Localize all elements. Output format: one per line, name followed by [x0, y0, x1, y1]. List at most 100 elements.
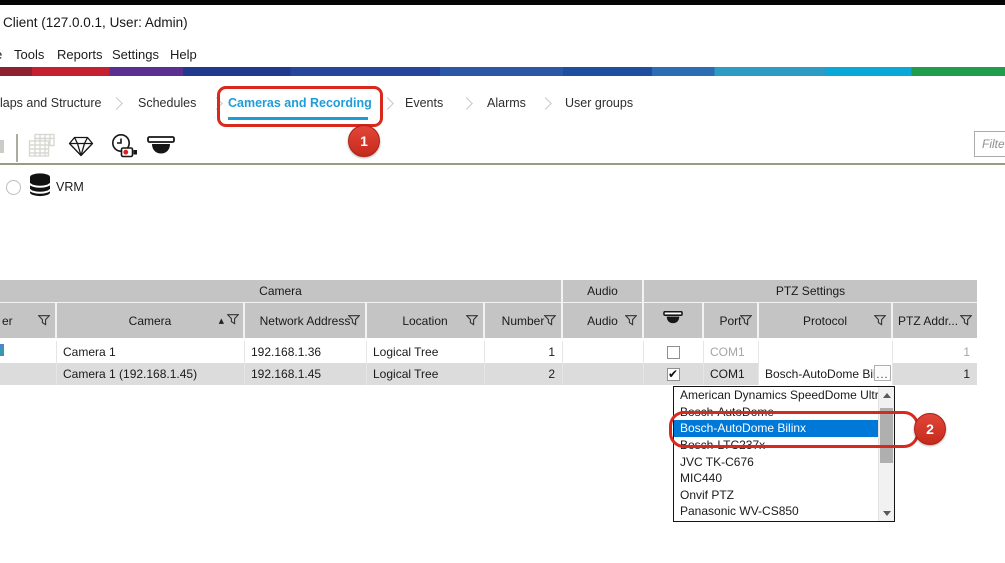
window-top-strip	[0, 0, 1005, 5]
group-header-camera: Camera	[0, 280, 563, 303]
scroll-down-button[interactable]	[879, 506, 894, 520]
ptz-checkbox-unchecked[interactable]	[667, 346, 680, 359]
ptz-address-cell[interactable]: 1	[893, 363, 977, 385]
vrm-radio-button[interactable]	[6, 180, 21, 195]
dropdown-item[interactable]: JVC TK-C676	[674, 453, 878, 470]
diamond-icon[interactable]	[68, 136, 94, 162]
toolbar-divider	[16, 134, 18, 162]
tab-maps-and-structure[interactable]: laps and Structure	[0, 96, 101, 114]
active-tab-underline	[228, 117, 368, 120]
dome-camera-icon[interactable]	[147, 136, 175, 164]
dome-camera-icon	[662, 311, 684, 330]
dropdown-item[interactable]: American Dynamics SpeedDome Ultra	[674, 387, 878, 404]
column-label: Port	[719, 314, 741, 328]
column-header-port[interactable]: Port	[704, 303, 759, 338]
menu-item-help[interactable]: Help	[170, 47, 197, 65]
tab-alarms[interactable]: Alarms	[487, 96, 526, 114]
table-copy-icon[interactable]	[28, 133, 56, 164]
tab-schedules[interactable]: Schedules	[138, 96, 196, 114]
column-header-ptz-address[interactable]: PTZ Addr...	[893, 303, 977, 338]
encoder-cell	[0, 341, 57, 363]
audio-cell[interactable]	[563, 341, 644, 363]
ellipsis-button[interactable]: ...	[874, 365, 891, 381]
column-label: Network Address	[260, 314, 351, 328]
group-header-ptz-settings: PTZ Settings	[644, 280, 977, 303]
location-cell: Logical Tree	[367, 341, 485, 363]
chevron-right-icon	[210, 97, 223, 110]
column-header-network-address[interactable]: Network Address	[245, 303, 367, 338]
scroll-up-button[interactable]	[879, 388, 894, 402]
column-header-audio[interactable]: Audio	[563, 303, 644, 338]
column-header-location[interactable]: Location	[367, 303, 485, 338]
protocol-dropdown-list: American Dynamics SpeedDome Ultra Bosch-…	[673, 386, 895, 522]
ptz-checkbox-checked[interactable]	[667, 368, 680, 381]
audio-cell[interactable]	[563, 363, 644, 385]
vrm-label: VRM	[56, 180, 84, 194]
port-cell[interactable]: COM1	[704, 363, 759, 385]
arrow-down-icon	[883, 511, 891, 516]
column-label: Number	[502, 314, 545, 328]
menu-item-clipped[interactable]: e	[0, 47, 5, 65]
scheduled-recording-icon[interactable]	[110, 133, 138, 166]
filter-funnel-icon[interactable]	[227, 314, 239, 328]
dropdown-item[interactable]: Bosch-LTC237x	[674, 437, 878, 454]
column-header-camera[interactable]: Camera ▲	[57, 303, 245, 338]
column-header-number[interactable]: Number	[485, 303, 563, 338]
menu-item-reports[interactable]: Reports	[57, 47, 103, 65]
scrollbar-thumb[interactable]	[880, 408, 893, 463]
column-header-encoder[interactable]: er	[0, 303, 57, 338]
tab-cameras-and-recording[interactable]: Cameras and Recording	[228, 96, 372, 114]
brand-gradient-bar	[0, 67, 1005, 76]
dropdown-item-selected[interactable]: Bosch-AutoDome Bilinx	[674, 420, 878, 437]
clipped-toolbar-icon	[0, 140, 4, 153]
table-group-header-row: Camera Audio PTZ Settings	[0, 280, 977, 303]
column-label: Audio	[587, 314, 618, 328]
filter-funnel-icon[interactable]	[466, 315, 478, 329]
camera-table: Camera Audio PTZ Settings er Camera ▲ Ne…	[0, 280, 977, 385]
ptz-enable-cell[interactable]	[644, 341, 704, 363]
column-label: Protocol	[803, 314, 847, 328]
menu-item-tools[interactable]: Tools	[14, 47, 44, 65]
arrow-up-icon	[883, 393, 891, 398]
dropdown-item[interactable]: Panasonic WV-CS850	[674, 503, 878, 520]
camera-name-cell[interactable]: Camera 1 (192.168.1.45)	[57, 363, 245, 385]
column-label: Location	[402, 314, 447, 328]
table-row-selected[interactable]: Camera 1 (192.168.1.45) 192.168.1.45 Log…	[0, 363, 977, 385]
dropdown-scrollbar[interactable]	[878, 387, 894, 521]
dropdown-item[interactable]: Onvif PTZ	[674, 487, 878, 504]
tab-user-groups[interactable]: User groups	[565, 96, 633, 114]
chevron-right-icon	[460, 97, 473, 110]
window-title: Client (127.0.0.1, User: Admin)	[3, 15, 188, 30]
filter-funnel-icon[interactable]	[625, 315, 637, 329]
filter-funnel-icon[interactable]	[960, 315, 972, 329]
network-address-cell: 192.168.1.36	[245, 341, 367, 363]
tab-events[interactable]: Events	[405, 96, 443, 114]
filter-funnel-icon[interactable]	[348, 315, 360, 329]
annotation-badge-2: 2	[914, 413, 946, 445]
number-cell[interactable]: 2	[485, 363, 563, 385]
filter-funnel-icon[interactable]	[740, 315, 752, 329]
ptz-enable-cell[interactable]	[644, 363, 704, 385]
column-header-protocol[interactable]: Protocol	[759, 303, 893, 338]
filter-funnel-icon[interactable]	[874, 315, 886, 329]
dropdown-item[interactable]: Bosch-AutoDome	[674, 404, 878, 421]
protocol-cell[interactable]	[759, 341, 893, 363]
port-cell[interactable]: COM1	[704, 341, 759, 363]
chevron-right-icon	[381, 97, 394, 110]
ptz-address-cell[interactable]: 1	[893, 341, 977, 363]
camera-name-cell[interactable]: Camera 1	[57, 341, 245, 363]
protocol-value: Bosch-AutoDome Bil...	[765, 367, 886, 381]
column-header-ptz-enable[interactable]	[644, 303, 704, 338]
number-cell[interactable]: 1	[485, 341, 563, 363]
annotation-badge-1: 1	[348, 125, 380, 157]
table-row[interactable]: Camera 1 192.168.1.36 Logical Tree 1 COM…	[0, 341, 977, 363]
menu-item-settings[interactable]: Settings	[112, 47, 159, 65]
network-address-cell: 192.168.1.45	[245, 363, 367, 385]
dropdown-item[interactable]: MIC440	[674, 470, 878, 487]
chevron-right-icon	[539, 97, 552, 110]
protocol-cell-editing[interactable]: Bosch-AutoDome Bil... ...	[759, 363, 893, 385]
filter-funnel-icon[interactable]	[38, 315, 50, 329]
filter-input[interactable]	[974, 131, 1005, 157]
group-header-audio: Audio	[563, 280, 644, 303]
filter-funnel-icon[interactable]	[544, 315, 556, 329]
